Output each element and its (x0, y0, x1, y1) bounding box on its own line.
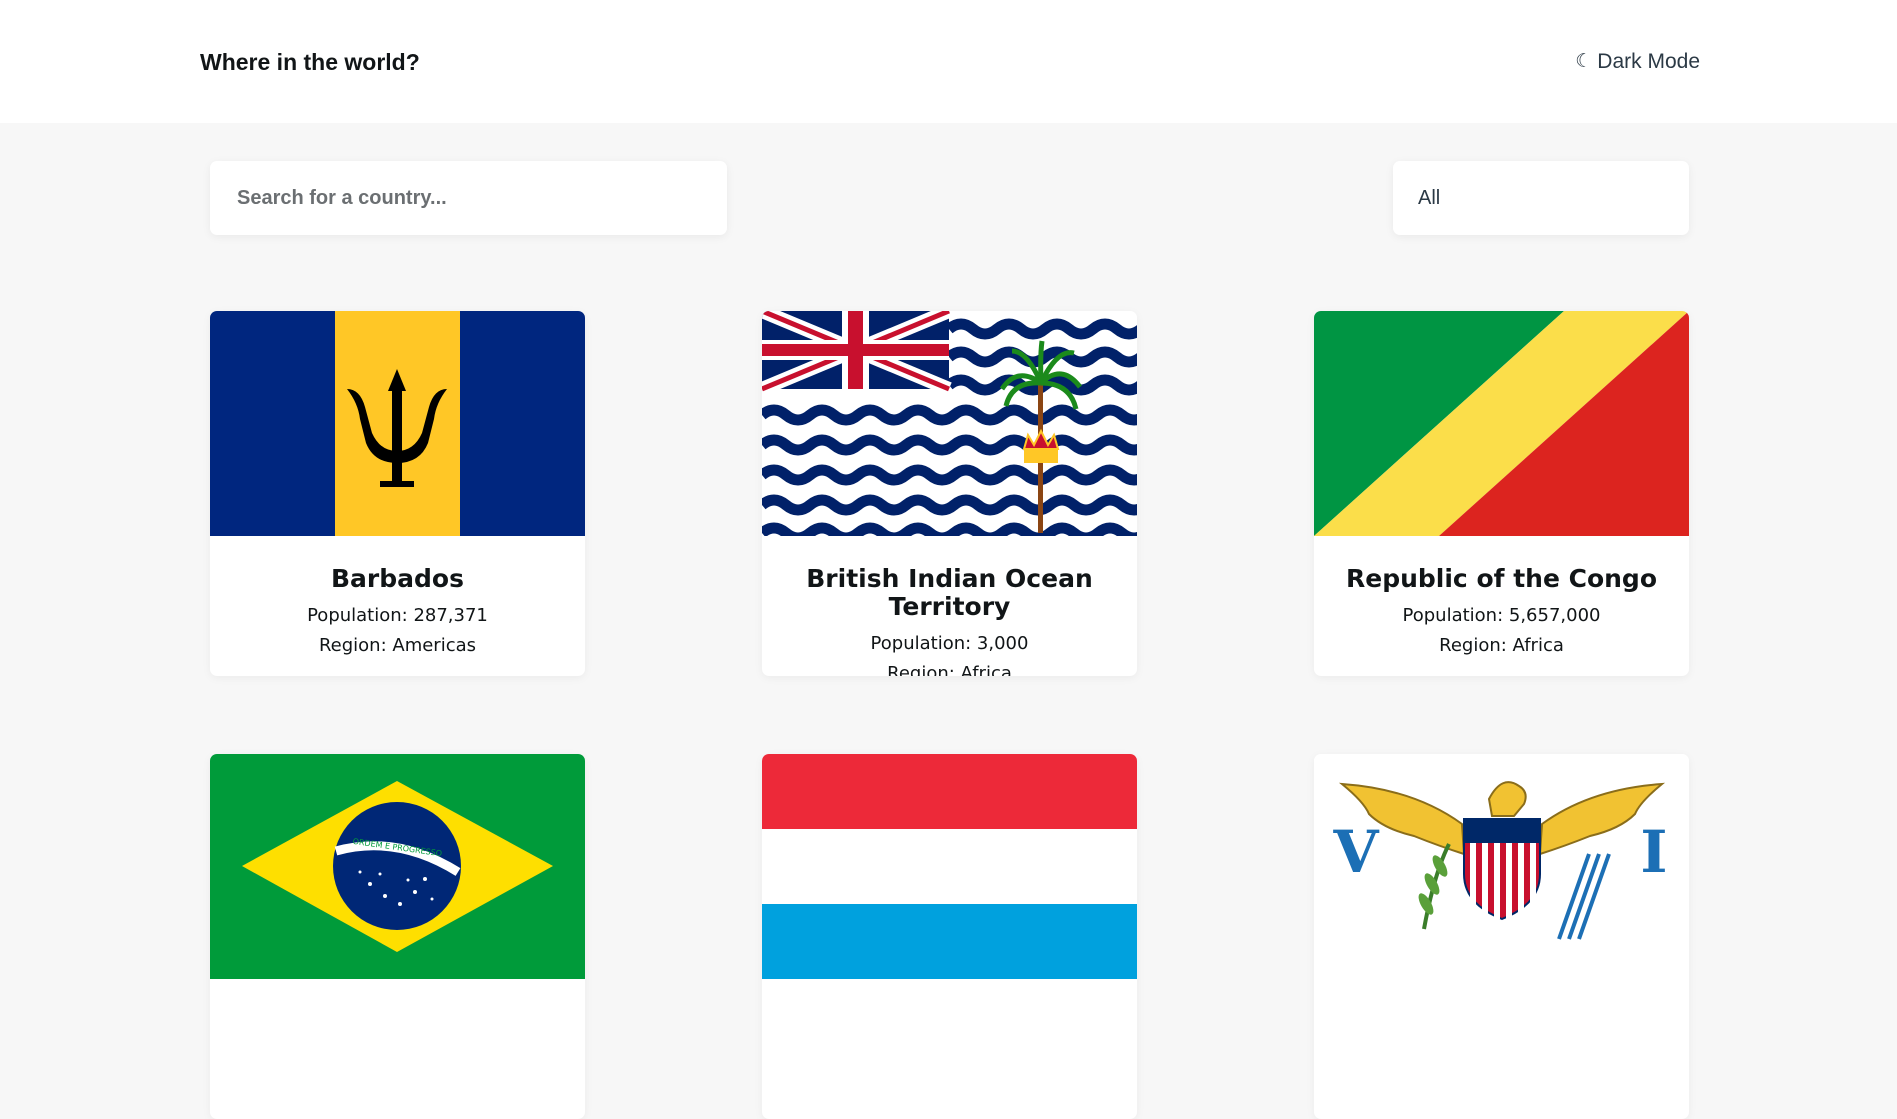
country-card-us-virgin-islands[interactable]: V I (1314, 754, 1689, 1119)
biot-flag-icon (762, 311, 1137, 536)
region-filter-value: All (1418, 186, 1441, 209)
svg-text:I: I (1640, 818, 1667, 886)
country-card-barbados[interactable]: Barbados Population: 287,371 Region: Ame… (210, 311, 585, 676)
svg-text:V: V (1332, 818, 1379, 886)
country-name: British Indian Ocean Territory (806, 564, 1093, 621)
app-header: Where in the world? ☾ Dark Mode (0, 0, 1897, 123)
country-name: Republic of the Congo (1345, 564, 1657, 593)
country-name: Barbados (331, 564, 464, 593)
region-filter-select[interactable]: All (1393, 161, 1689, 235)
search-input[interactable] (235, 185, 699, 211)
country-region: Region: Africa (887, 663, 1012, 676)
country-card-british-indian-ocean-territory[interactable]: British Indian Ocean Territory Populatio… (762, 311, 1137, 676)
dark-mode-label: Dark Mode (1597, 50, 1700, 73)
moon-icon: ☾ (1575, 51, 1593, 72)
dark-mode-toggle[interactable]: ☾ Dark Mode (1575, 48, 1700, 76)
congo-flag-icon (1314, 311, 1689, 536)
barbados-flag-icon (210, 311, 585, 536)
search-container (210, 161, 727, 235)
brazil-flag-icon: ORDEM E PROGRESSO (210, 754, 585, 979)
country-card-luxembourg[interactable] (762, 754, 1137, 1119)
app-title: Where in the world? (200, 49, 420, 75)
country-population: Population: 3,000 (870, 633, 1029, 654)
luxembourg-flag-icon (762, 754, 1137, 979)
country-card-republic-of-the-congo[interactable]: Republic of the Congo Population: 5,657,… (1314, 311, 1689, 676)
country-region: Region: Africa (1439, 635, 1564, 656)
country-region: Region: Americas (318, 635, 477, 656)
country-population: Population: 5,657,000 (1402, 605, 1601, 626)
country-card-brazil[interactable]: ORDEM E PROGRESSO (210, 754, 585, 1119)
us-virgin-islands-flag-icon: V I (1314, 754, 1689, 979)
country-population: Population: 287,371 (307, 605, 488, 626)
